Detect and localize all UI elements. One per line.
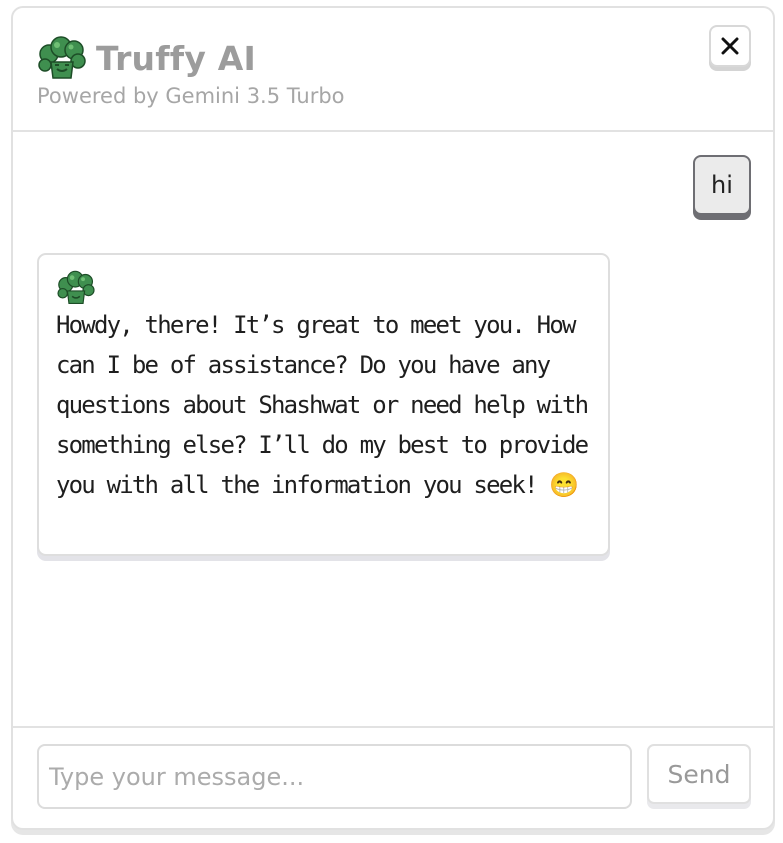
message-list[interactable]: hi Howdy, there! It’s great to meet you.… — [13, 132, 773, 730]
send-button[interactable]: Send — [647, 744, 751, 804]
assistant-message-text: Howdy, there! It’s great to meet you. Ho… — [56, 311, 589, 499]
assistant-message: Howdy, there! It’s great to meet you. Ho… — [37, 253, 610, 556]
close-icon — [721, 37, 739, 55]
chat-window: Truffy AI Powered by Gemini 3.5 Turbo hi — [11, 6, 775, 830]
broccoli-icon — [38, 36, 86, 79]
chat-header: Truffy AI Powered by Gemini 3.5 Turbo — [13, 8, 773, 132]
close-button[interactable] — [709, 25, 751, 67]
composer: Send — [13, 726, 773, 828]
chat-title: Truffy AI — [96, 39, 256, 78]
user-message-text: hi — [711, 171, 733, 199]
broccoli-icon — [57, 270, 95, 305]
user-message: hi — [693, 155, 751, 215]
message-input[interactable] — [37, 744, 632, 809]
chat-subtitle: Powered by Gemini 3.5 Turbo — [37, 84, 345, 108]
